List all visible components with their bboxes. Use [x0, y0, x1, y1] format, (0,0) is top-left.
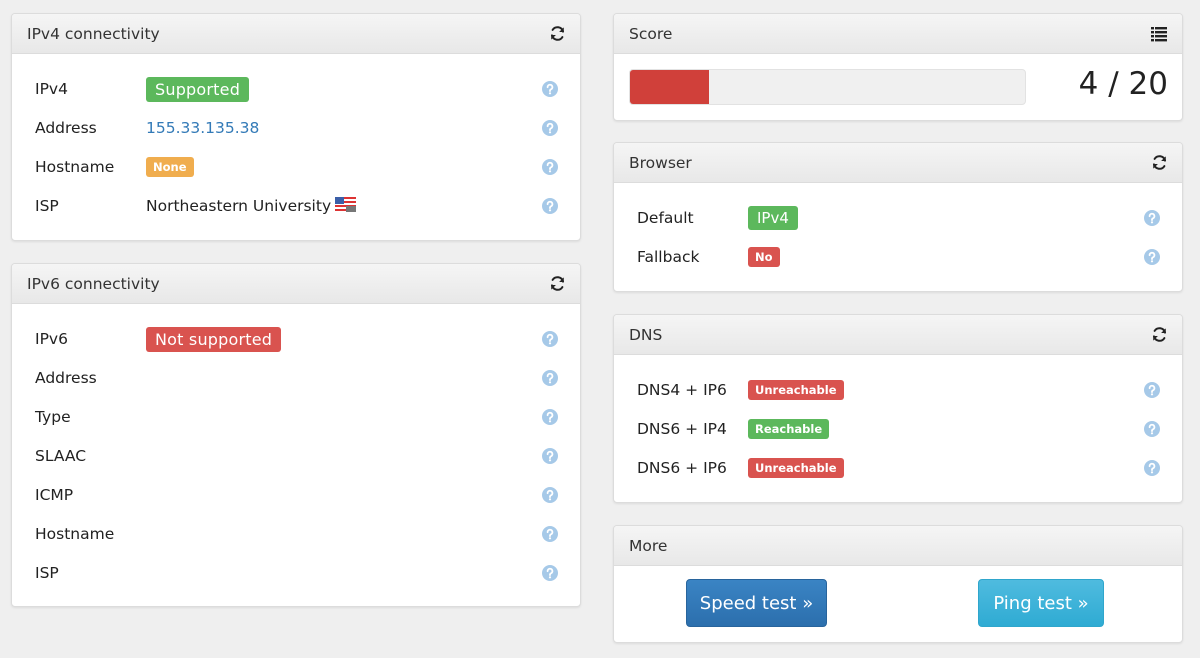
row-label: Address: [35, 119, 97, 137]
browser-panel-title: Browser: [629, 153, 692, 172]
row-label: Type: [35, 408, 71, 426]
isp-name: Northeastern University: [146, 197, 332, 215]
ipv4-address-link[interactable]: 155.33.135.38: [146, 119, 259, 137]
row-label: ISP: [35, 564, 59, 582]
help-icon[interactable]: [542, 565, 558, 581]
ping-test-button[interactable]: Ping test »: [978, 579, 1104, 627]
ipv4-panel-title: IPv4 connectivity: [27, 24, 160, 43]
refresh-icon[interactable]: [548, 275, 566, 293]
list-icon[interactable]: [1150, 25, 1168, 43]
dns-panel: DNS DNS4 + IP6 Unreachable DNS6 + IP4 Re…: [613, 314, 1183, 503]
dns-panel-heading: DNS: [614, 315, 1182, 355]
ipv4-row-address: Address 155.33.135.38: [35, 113, 558, 143]
more-panel: More Speed test » Ping test »: [613, 525, 1183, 643]
more-panel-heading: More: [614, 526, 1182, 566]
row-label: Hostname: [35, 525, 115, 543]
row-label: DNS4 + IP6: [637, 381, 727, 399]
dns-row-dns4-ip6: DNS4 + IP6 Unreachable: [637, 375, 1160, 405]
help-icon[interactable]: [542, 120, 558, 136]
score-value: 4 / 20: [1078, 66, 1168, 102]
help-icon[interactable]: [542, 159, 558, 175]
ipv4-supported-badge: Supported: [146, 76, 250, 102]
ipv4-row-status: IPv4 Supported: [35, 74, 558, 104]
browser-row-fallback: Fallback No: [637, 242, 1160, 272]
score-progress-bar: [629, 69, 1026, 105]
row-label: Fallback: [637, 248, 700, 266]
dns-row-dns6-ip6: DNS6 + IP6 Unreachable: [637, 453, 1160, 483]
help-icon[interactable]: [1144, 210, 1160, 226]
dns-row-dns6-ip4: DNS6 + IP4 Reachable: [637, 414, 1160, 444]
row-label: SLAAC: [35, 447, 87, 465]
score-panel: Score 4 / 20: [613, 13, 1183, 121]
hostname-none-badge: None: [146, 157, 194, 177]
dns-panel-title: DNS: [629, 325, 663, 344]
row-label: DNS6 + IP6: [637, 459, 727, 477]
help-icon[interactable]: [1144, 460, 1160, 476]
help-icon[interactable]: [1144, 421, 1160, 437]
ipv6-row-type: Type: [35, 402, 558, 432]
help-icon[interactable]: [542, 526, 558, 542]
row-label: Address: [35, 369, 97, 387]
ipv6-panel: IPv6 connectivity IPv6 Not supported Add…: [11, 263, 581, 607]
ipv6-row-isp: ISP: [35, 558, 558, 588]
row-label: DNS6 + IP4: [637, 420, 727, 438]
ipv6-row-slaac: SLAAC: [35, 441, 558, 471]
ipv6-row-status: IPv6 Not supported: [35, 324, 558, 354]
refresh-icon[interactable]: [1150, 326, 1168, 344]
browser-panel: Browser Default IPv4 Fallback No: [613, 142, 1183, 292]
row-label: Default: [637, 209, 694, 227]
row-label: ISP: [35, 197, 59, 215]
help-icon[interactable]: [542, 198, 558, 214]
score-panel-heading: Score: [614, 14, 1182, 54]
refresh-icon[interactable]: [548, 25, 566, 43]
browser-panel-heading: Browser: [614, 143, 1182, 183]
browser-fallback-badge: No: [748, 247, 780, 267]
ipv6-row-hostname: Hostname: [35, 519, 558, 549]
ipv6-row-address: Address: [35, 363, 558, 393]
score-panel-title: Score: [629, 24, 673, 43]
score-panel-body: 4 / 20: [614, 54, 1182, 120]
browser-default-badge: IPv4: [748, 206, 798, 230]
row-label: IPv4: [35, 80, 68, 98]
help-icon[interactable]: [1144, 382, 1160, 398]
browser-row-default: Default IPv4: [637, 203, 1160, 233]
ipv6-not-supported-badge: Not supported: [146, 326, 282, 352]
ipv6-row-icmp: ICMP: [35, 480, 558, 510]
ipv6-panel-title: IPv6 connectivity: [27, 274, 160, 293]
row-label: ICMP: [35, 486, 74, 504]
help-icon[interactable]: [542, 448, 558, 464]
ipv4-panel-heading: IPv4 connectivity: [12, 14, 580, 54]
help-icon[interactable]: [542, 331, 558, 347]
ipv4-row-hostname: Hostname None: [35, 152, 558, 182]
us-flag-icon: [335, 196, 357, 216]
dns-status-badge: Unreachable: [748, 458, 844, 478]
help-icon[interactable]: [542, 81, 558, 97]
refresh-icon[interactable]: [1150, 154, 1168, 172]
ipv6-panel-heading: IPv6 connectivity: [12, 264, 580, 304]
ipv4-row-isp: ISP Northeastern University: [35, 191, 558, 221]
help-icon[interactable]: [542, 370, 558, 386]
row-label: IPv6: [35, 330, 68, 348]
help-icon[interactable]: [1144, 249, 1160, 265]
speed-test-button[interactable]: Speed test »: [686, 579, 827, 627]
help-icon[interactable]: [542, 487, 558, 503]
ipv4-panel: IPv4 connectivity IPv4 Supported Address…: [11, 13, 581, 241]
dns-status-badge: Reachable: [748, 419, 830, 439]
score-progress-fill: [630, 70, 709, 104]
row-label: Hostname: [35, 158, 115, 176]
dns-status-badge: Unreachable: [748, 380, 844, 400]
help-icon[interactable]: [542, 409, 558, 425]
more-panel-title: More: [629, 536, 668, 555]
